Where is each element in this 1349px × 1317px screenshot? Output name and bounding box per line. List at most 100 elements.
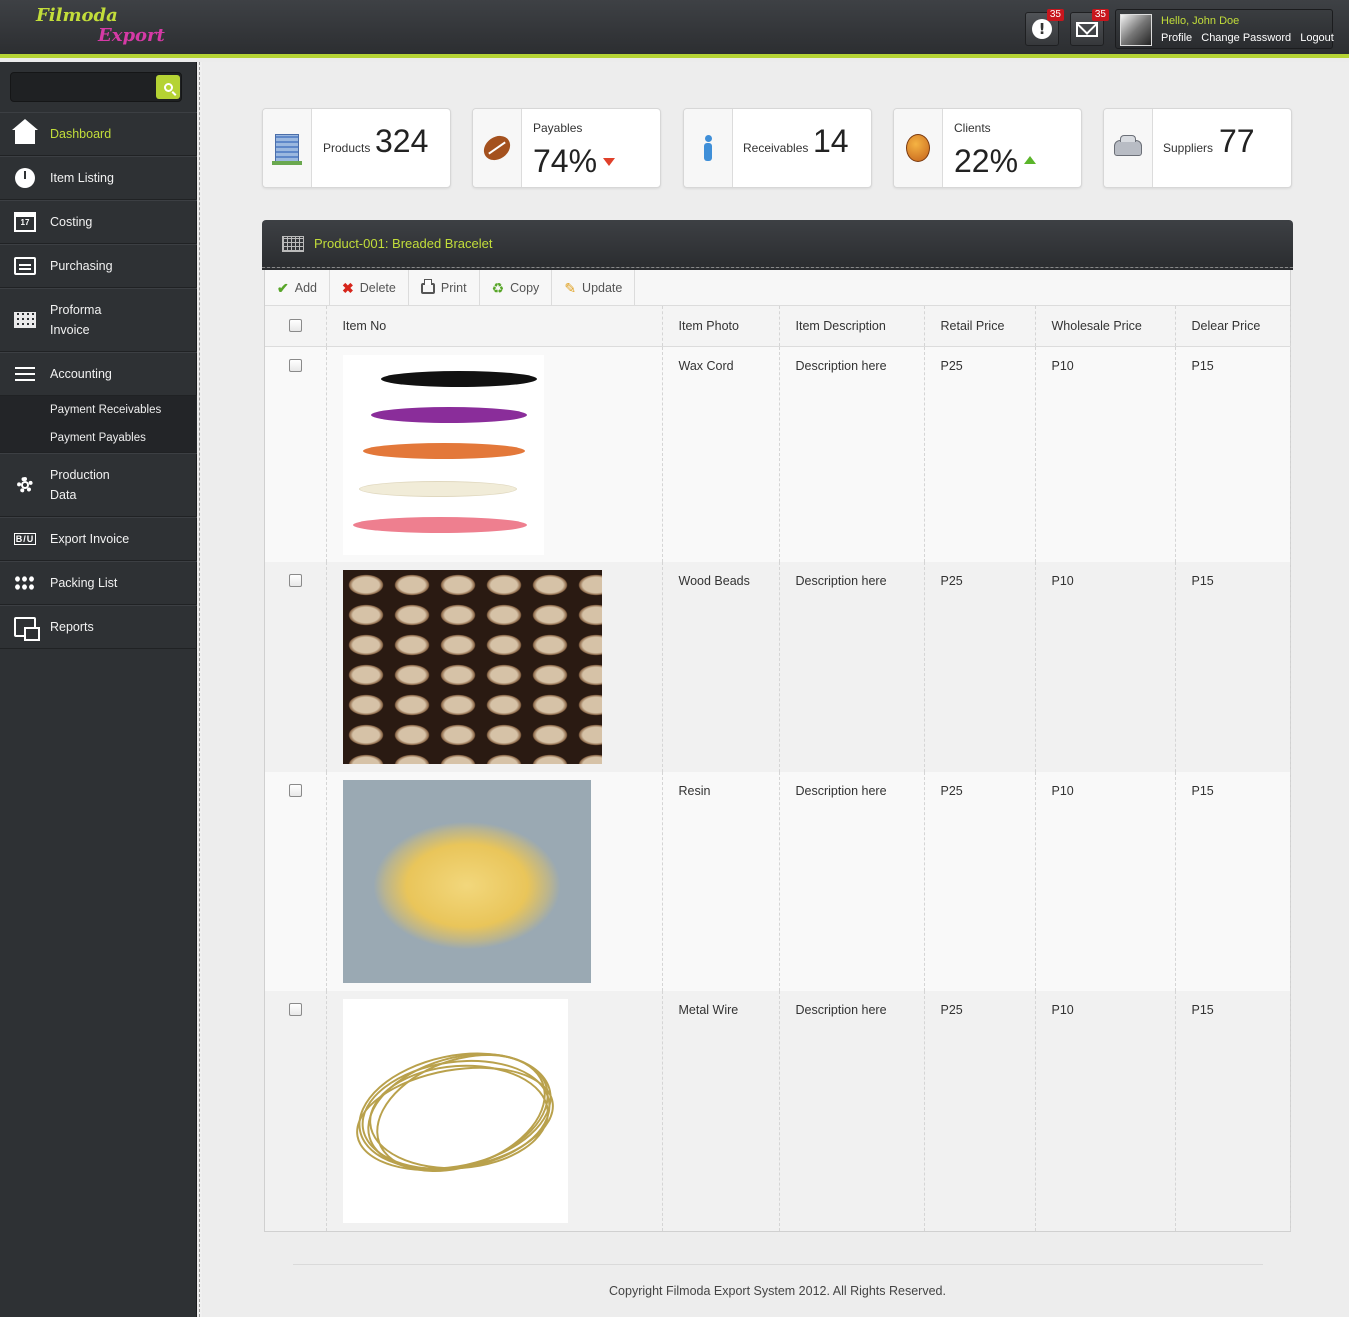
- copy-icon: ♻: [491, 280, 505, 296]
- alerts-button[interactable]: ! 35: [1025, 9, 1064, 46]
- search-icon: [163, 82, 173, 92]
- row-select-cell: [265, 562, 327, 772]
- column-header[interactable]: Item No: [326, 306, 663, 347]
- retail-price: P25: [924, 562, 1036, 772]
- search-input[interactable]: [11, 73, 151, 99]
- add-button[interactable]: ✔ Add: [265, 270, 330, 306]
- panel-body: ✔ Add ✖ Delete Print ♻ Copy ✎ Update Ite…: [264, 270, 1291, 1232]
- sidebar-item-reports[interactable]: Reports: [0, 605, 197, 649]
- stat-card-suppliers[interactable]: Suppliers 77: [1103, 108, 1292, 188]
- alert-icon: !: [1032, 19, 1052, 39]
- row-select-cell: [265, 991, 327, 1231]
- footer-copyright: Copyright Filmoda Export System 2012. Al…: [609, 1284, 946, 1298]
- top-bar: Filmoda Export ! 35 35 Hello, John Doe P…: [0, 0, 1349, 58]
- select-all-cell: [265, 306, 327, 347]
- trend-down-icon: [603, 157, 616, 166]
- calendar-icon: 17: [14, 212, 36, 232]
- sidebar-item-accounting[interactable]: Accounting: [0, 352, 197, 396]
- stat-label: Receivables: [743, 141, 809, 155]
- stat-value: 324: [375, 123, 429, 159]
- dealer-price: P15: [1175, 562, 1291, 772]
- update-button-label: Update: [582, 281, 623, 295]
- stat-value: 77: [1219, 123, 1255, 159]
- sidebar-item-dashboard[interactable]: Dashboard: [0, 112, 197, 156]
- item-description: Description here: [779, 991, 925, 1231]
- sidebar-subitem-payment-payables[interactable]: Payment Payables: [0, 424, 197, 452]
- dealer-price: P15: [1175, 346, 1291, 562]
- stat-value: 74%: [533, 143, 598, 179]
- delete-button[interactable]: ✖ Delete: [330, 270, 409, 306]
- item-photo-cell: [326, 991, 663, 1231]
- dots-grid-icon: [14, 575, 36, 591]
- check-icon: ✔: [277, 280, 289, 296]
- sidebar-item-proforma-invoice[interactable]: Proforma Invoice: [0, 288, 197, 352]
- row-select-cell: [265, 772, 327, 991]
- menu-lines-icon: [15, 367, 35, 381]
- sidebar-item-item-listing[interactable]: Item Listing: [0, 156, 197, 200]
- row-checkbox[interactable]: [288, 1003, 302, 1016]
- pencil-icon: ✎: [564, 280, 577, 296]
- sidebar-item-label: Accounting: [50, 367, 112, 381]
- grid-icon: [14, 312, 36, 328]
- wholesale-price: P10: [1035, 346, 1176, 562]
- stat-card-products[interactable]: Products 324: [262, 108, 451, 188]
- panel-title: Product-001: Breaded Bracelet: [314, 236, 493, 251]
- logout-link[interactable]: Logout: [1300, 32, 1334, 44]
- retail-price: P25: [924, 772, 1036, 991]
- column-header[interactable]: Retail Price: [924, 306, 1036, 347]
- wood-beads-photo: [342, 570, 602, 764]
- row-checkbox[interactable]: [288, 358, 302, 372]
- search-button[interactable]: [156, 75, 180, 99]
- logo[interactable]: Filmoda Export: [36, 6, 165, 46]
- table-row[interactable]: Wax Cord Description here P25 P10 P15: [265, 346, 1291, 562]
- column-header[interactable]: Item Photo: [662, 306, 780, 347]
- copy-button[interactable]: ♻ Copy: [480, 270, 553, 306]
- stat-value-wrap: 22%: [954, 143, 1037, 180]
- wax-cord-photo: [342, 354, 544, 555]
- profile-link[interactable]: Profile: [1161, 32, 1192, 44]
- sidebar-item-export-invoice[interactable]: B/U Export Invoice: [0, 517, 197, 561]
- stat-card-receivables[interactable]: Receivables 14: [683, 108, 872, 188]
- mail-icon: [1076, 21, 1098, 37]
- sidebar-item-label: Costing: [50, 215, 93, 229]
- sidebar-item-label: Purchasing: [50, 259, 113, 273]
- toolbar: ✔ Add ✖ Delete Print ♻ Copy ✎ Update: [265, 270, 1290, 306]
- item-name: Resin: [662, 772, 780, 991]
- stat-label: Products: [323, 141, 371, 155]
- row-checkbox[interactable]: [288, 574, 302, 587]
- sidebar-item-label: Item Listing: [50, 171, 114, 185]
- sidebar-item-packing-list[interactable]: Packing List: [0, 561, 197, 605]
- table-row[interactable]: Metal Wire Description here P25 P10 P15: [265, 991, 1291, 1231]
- update-button[interactable]: ✎ Update: [552, 270, 636, 306]
- football-icon: [479, 130, 515, 166]
- alerts-badge: 35: [1046, 9, 1064, 21]
- sidebar-subitem-payment-receivables[interactable]: Payment Receivables: [0, 396, 197, 424]
- select-all-checkbox[interactable]: [288, 319, 302, 333]
- stat-card-clients[interactable]: Clients 22%: [893, 108, 1082, 188]
- messages-badge: 35: [1091, 9, 1109, 21]
- sidebar-item-production-data[interactable]: Production Data: [0, 453, 197, 517]
- panel-header: Product-001: Breaded Bracelet: [262, 220, 1293, 268]
- item-description: Description here: [779, 562, 925, 772]
- column-header[interactable]: Item Description: [779, 306, 925, 347]
- change-password-link[interactable]: Change Password: [1201, 32, 1291, 44]
- text-format-icon: B/U: [13, 533, 37, 545]
- column-header[interactable]: Wholesale Price: [1035, 306, 1176, 347]
- messages-button[interactable]: 35: [1070, 9, 1109, 46]
- avatar[interactable]: [1120, 14, 1152, 46]
- sidebar: Dashboard Item Listing 17 Costing Purcha…: [0, 62, 197, 1317]
- table-row[interactable]: Wood Beads Description here P25 P10 P15: [265, 562, 1291, 772]
- printer-icon: [420, 278, 435, 294]
- item-description: Description here: [779, 772, 925, 991]
- box-icon: [14, 257, 36, 275]
- column-header[interactable]: Delear Price: [1175, 306, 1291, 347]
- stat-label: Payables: [533, 121, 583, 135]
- sidebar-item-purchasing[interactable]: Purchasing: [0, 244, 197, 288]
- print-button[interactable]: Print: [409, 270, 480, 306]
- sidebar-item-label: Export Invoice: [50, 532, 130, 546]
- stat-card-payables[interactable]: Payables 74%: [472, 108, 661, 188]
- table-icon: [282, 235, 304, 252]
- table-row[interactable]: Resin Description here P25 P10 P15: [265, 772, 1291, 991]
- sidebar-item-costing[interactable]: 17 Costing: [0, 200, 197, 244]
- row-checkbox[interactable]: [288, 784, 302, 797]
